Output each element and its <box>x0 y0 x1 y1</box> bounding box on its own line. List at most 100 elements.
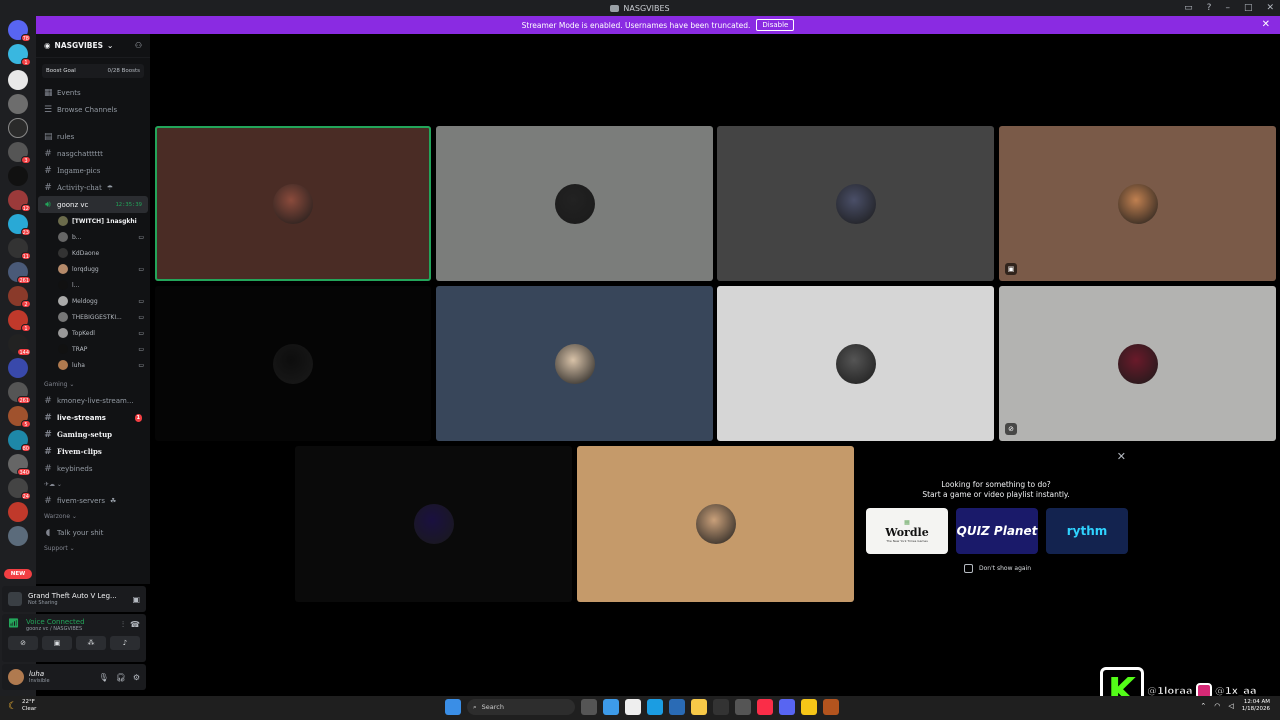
task-view-icon[interactable] <box>581 699 597 715</box>
voice-user[interactable]: Meldogg ▭ <box>36 293 150 309</box>
participant-tile[interactable] <box>155 126 431 281</box>
tray-overflow-icon[interactable]: ⌃ <box>1200 702 1206 710</box>
voice-user[interactable]: lorqdugg ▭ <box>36 261 150 277</box>
avatar[interactable] <box>8 669 24 685</box>
voice-connected-label[interactable]: Voice Connected <box>26 618 85 626</box>
voice-user[interactable]: luha ▭ <box>36 357 150 373</box>
file-explorer-icon[interactable] <box>691 699 707 715</box>
server-icon[interactable]: 5 <box>8 406 31 428</box>
server-icon[interactable]: 2 <box>8 286 31 308</box>
participant-tile[interactable] <box>717 286 994 441</box>
taskbar-search[interactable]: ⌕ Search <box>467 699 575 715</box>
invite-icon[interactable]: ⚇ <box>135 41 142 50</box>
mail-icon[interactable] <box>669 699 685 715</box>
activity-card-quiz[interactable]: QUIZ Planet <box>956 508 1038 554</box>
banner-close-icon[interactable]: ✕ <box>1262 19 1270 30</box>
server-icon[interactable]: 11 <box>8 238 31 260</box>
channel-fivem-servers[interactable]: # fivem-servers ☘ <box>36 492 150 509</box>
participant-tile[interactable] <box>436 286 713 441</box>
category-misc[interactable]: ✈︎☁︎ ⌄ <box>36 477 150 492</box>
server-icon[interactable] <box>8 526 28 546</box>
voice-channel-goonz[interactable]: 🔊︎ goonz vc 12:35:39 <box>38 196 148 213</box>
app-icon[interactable] <box>735 699 751 715</box>
voice-channel-talk[interactable]: ◖ Talk your shit <box>36 524 150 541</box>
participant-tile[interactable] <box>436 126 713 281</box>
server-icon[interactable]: 261 <box>8 382 31 404</box>
edge-icon[interactable] <box>647 699 663 715</box>
app-icon[interactable] <box>801 699 817 715</box>
screen-share-button[interactable]: ▣ <box>42 636 72 650</box>
discord-icon[interactable] <box>779 699 795 715</box>
activity-panel[interactable]: Grand Theft Auto V Leg... Not Sharing ▣ <box>2 586 146 612</box>
activities-button[interactable]: ⁂ <box>76 636 106 650</box>
activity-card-rythm[interactable]: rythm <box>1046 508 1128 554</box>
app-icon[interactable] <box>823 699 839 715</box>
weather-widget[interactable]: ☾ 22°F Clear <box>8 699 36 713</box>
camera-off-button[interactable]: ⊘ <box>8 636 38 650</box>
channel-item[interactable]: # keybineds <box>36 460 150 477</box>
terminal-icon[interactable] <box>713 699 729 715</box>
server-icon[interactable]: 340 <box>8 454 31 476</box>
category-gaming[interactable]: Gaming ⌄ <box>36 377 150 392</box>
channel-ingame-pics[interactable]: # Ingame-pics <box>36 162 150 179</box>
server-icon[interactable]: 144 <box>8 334 31 356</box>
nav-events[interactable]: ▦ Events <box>36 84 150 101</box>
boost-goal-bar[interactable]: Boost Goal 0/28 Boosts <box>42 64 144 78</box>
server-header[interactable]: ◉ NASGVIBES ⌄ ⚇ <box>36 34 150 58</box>
close-window-button[interactable]: ✕ <box>1266 3 1274 13</box>
username[interactable]: luha <box>29 670 50 678</box>
participant-tile[interactable] <box>577 446 854 602</box>
music-icon[interactable] <box>757 699 773 715</box>
soundboard-button[interactable]: ♪ <box>110 636 140 650</box>
channel-item[interactable]: # Gaming-setup <box>36 426 150 443</box>
channel-item[interactable]: # live-streams 1 <box>36 409 150 426</box>
server-icon[interactable]: 261 <box>8 262 31 284</box>
server-icon[interactable] <box>8 94 28 114</box>
noise-suppression-icon[interactable]: ⫶ <box>122 620 124 630</box>
server-icon[interactable]: 1 <box>8 310 31 332</box>
participant-tile[interactable] <box>295 446 572 602</box>
category-warzone[interactable]: Warzone ⌄ <box>36 509 150 524</box>
server-icon[interactable]: 3 <box>8 142 31 164</box>
clock[interactable]: 12:04 AM 1/18/2026 <box>1242 699 1270 713</box>
inbox-icon[interactable]: ▭ <box>1184 3 1193 13</box>
server-icon[interactable]: 1 <box>8 44 31 66</box>
copilot-icon[interactable] <box>603 699 619 715</box>
server-icon[interactable] <box>8 502 28 522</box>
direct-messages-icon[interactable]: 78 <box>8 20 31 42</box>
voice-user[interactable]: [TWITCH] 1nasgkhi <box>36 213 150 229</box>
channel-item[interactable]: # kmoney-live-stream... <box>36 392 150 409</box>
disconnect-icon[interactable]: ☎ <box>130 620 140 630</box>
server-icon[interactable] <box>8 166 28 186</box>
headphones-icon[interactable]: 🎧︎ <box>116 673 126 682</box>
close-icon[interactable]: ✕ <box>1117 450 1126 463</box>
channel-nasgchat[interactable]: # nasgchatttttt <box>36 145 150 162</box>
share-screen-icon[interactable]: ▣ <box>132 595 140 604</box>
voice-user[interactable]: l... <box>36 277 150 293</box>
server-icon[interactable]: 23 <box>8 214 31 236</box>
dont-show-again-checkbox[interactable]: Don't show again <box>964 564 1031 573</box>
participant-tile[interactable] <box>155 286 431 441</box>
start-icon[interactable] <box>445 699 461 715</box>
settings-gear-icon[interactable]: ⚙ <box>133 673 140 682</box>
channel-item[interactable]: # Fivem-clips <box>36 443 150 460</box>
wifi-icon[interactable]: ◠ <box>1214 702 1220 710</box>
server-icon[interactable]: 24 <box>8 478 31 500</box>
server-icon[interactable]: 12 <box>8 190 31 212</box>
category-support[interactable]: Support ⌄ <box>36 541 150 556</box>
maximize-button[interactable]: □ <box>1244 3 1253 13</box>
participant-tile[interactable]: ▣ <box>999 126 1276 281</box>
server-icon[interactable] <box>8 70 28 90</box>
help-icon[interactable]: ? <box>1207 3 1212 13</box>
microphone-icon[interactable]: 🎙︎ <box>99 673 109 682</box>
participant-tile[interactable]: ⊘ <box>999 286 1276 441</box>
voice-user[interactable]: b... ▭ <box>36 229 150 245</box>
server-icon[interactable] <box>8 118 28 138</box>
store-icon[interactable] <box>625 699 641 715</box>
minimize-button[interactable]: – <box>1225 3 1230 13</box>
disable-streamer-mode-button[interactable]: Disable <box>756 19 795 31</box>
server-icon[interactable]: 80 <box>8 430 31 452</box>
voice-user[interactable]: TRAP ▭ <box>36 341 150 357</box>
activity-card-wordle[interactable]: ▦ Wordle The New York Times Games <box>866 508 948 554</box>
voice-user[interactable]: THEBIGGESTKI... ▭ <box>36 309 150 325</box>
